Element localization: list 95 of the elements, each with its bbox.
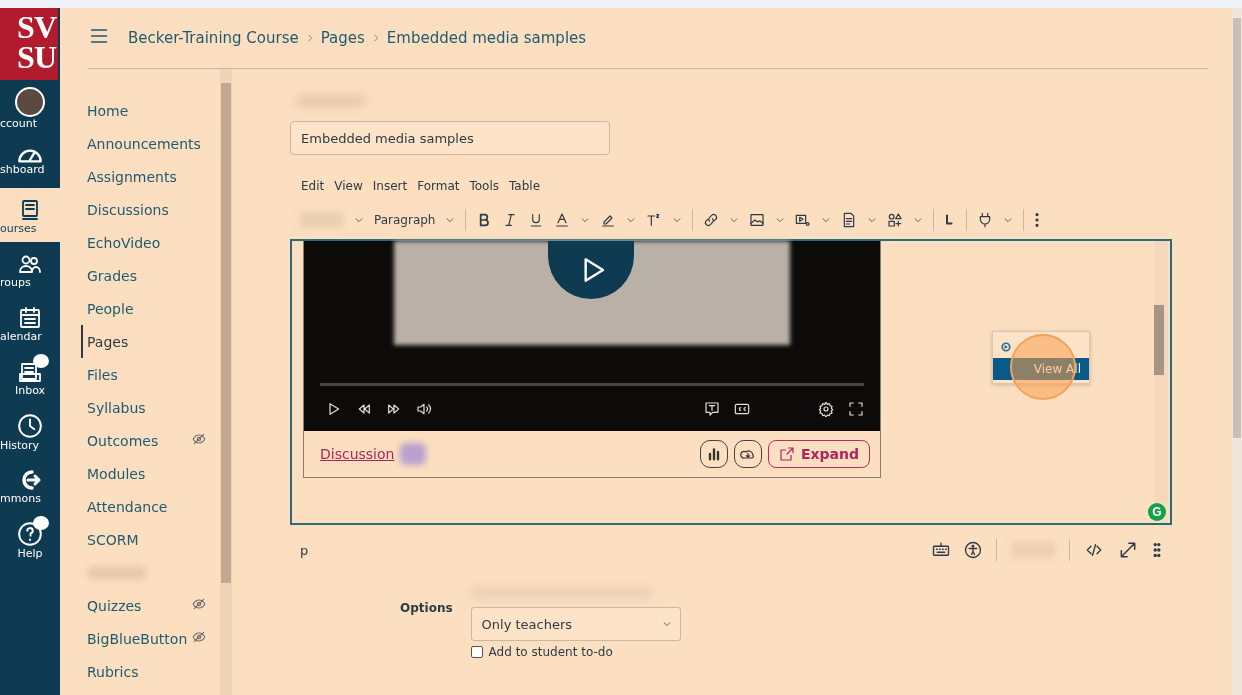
title-input-field[interactable]: Embedded media samples	[290, 121, 610, 155]
course-nav-link[interactable]: Modules	[81, 457, 220, 490]
editor-scrollbar[interactable]	[1154, 241, 1168, 503]
code-icon	[1084, 541, 1104, 559]
gauge-icon	[18, 148, 42, 163]
volume-icon	[416, 401, 432, 417]
course-nav-link[interactable]: BigBlueButton	[81, 622, 220, 655]
university-logo[interactable]: SV SU	[0, 8, 58, 80]
chevron-down-icon	[354, 215, 364, 225]
editor-menu-item[interactable]: Edit	[301, 179, 325, 193]
fast-forward-icon	[386, 401, 402, 417]
breadcrumb-link[interactable]: Embedded media samples	[386, 29, 587, 47]
chevron-down-icon	[661, 619, 672, 629]
hidden-eye-icon	[192, 597, 206, 611]
image-icon	[749, 212, 766, 228]
chevron-down-icon	[445, 215, 456, 225]
play-icon	[326, 401, 342, 417]
checkbox-label: Add to student to-do	[488, 645, 613, 659]
chevron-down-icon	[580, 215, 591, 225]
breadcrumb-link[interactable]: Pages	[320, 29, 365, 47]
global-nav-item[interactable]: roups	[0, 242, 60, 296]
accessibility-icon	[964, 541, 982, 559]
expand-button[interactable]: Expand	[767, 440, 870, 468]
editor-menu-item[interactable]: Table	[509, 179, 541, 193]
editor-menu-item[interactable]: View	[334, 179, 363, 193]
settings-icon	[818, 401, 834, 417]
keyboard-icon	[932, 541, 950, 559]
rewind-icon	[356, 401, 372, 417]
course-nav-link[interactable]: SCORM	[81, 523, 220, 556]
course-nav-link[interactable]: Attendance	[81, 490, 220, 523]
chevron-down-icon	[775, 215, 786, 225]
course-nav-link[interactable]: Discussions	[81, 193, 220, 226]
visibility-select[interactable]: Only teachers	[470, 607, 681, 641]
grammar-assistant-badge[interactable]: G	[1148, 503, 1166, 521]
drag-handle-icon	[1152, 541, 1162, 559]
clock-icon	[17, 412, 43, 439]
chevron-down-icon	[626, 215, 637, 225]
chevron-down-icon	[821, 215, 832, 225]
text-color-icon	[554, 212, 571, 228]
hidden-eye-icon	[192, 432, 206, 446]
scrollbar[interactable]	[220, 69, 232, 695]
course-nav-link[interactable]: Files	[81, 358, 220, 391]
global-nav-item[interactable]: mmons	[0, 458, 60, 512]
course-nav-link[interactable]: People	[81, 292, 220, 325]
notification-badge	[33, 354, 49, 368]
chevron-down-icon	[729, 215, 740, 225]
course-nav-link[interactable]: EchoVideo	[81, 226, 220, 259]
editor-menu-item[interactable]: Insert	[372, 179, 408, 193]
hidden-eye-icon	[192, 630, 206, 644]
fullscreen-icon	[848, 401, 864, 417]
global-nav-item[interactable]: ourses	[0, 188, 60, 242]
page-scrollbar[interactable]	[1232, 8, 1242, 695]
course-nav-link[interactable]: Quizzes	[81, 589, 220, 622]
blurred-badge	[400, 443, 427, 465]
global-nav-item[interactable]: shboard	[0, 134, 60, 188]
transcript-icon	[704, 401, 720, 417]
global-nav-item[interactable]: History	[0, 404, 60, 458]
calendar-icon	[18, 305, 42, 330]
chevron-down-icon	[867, 215, 878, 225]
discussion-link[interactable]: Discussion	[320, 446, 395, 462]
course-nav-link[interactable]: Assignments	[81, 160, 220, 193]
link-icon	[703, 212, 720, 228]
breadcrumb-link[interactable]: Becker-Training Course	[128, 29, 299, 47]
editor-menu-item[interactable]: Format	[417, 179, 460, 193]
download-button[interactable]	[733, 440, 762, 468]
notification-badge	[33, 516, 49, 530]
global-nav-item[interactable]: Help	[0, 512, 60, 566]
global-nav-item[interactable]: Inbox	[0, 350, 60, 404]
options-label: Options	[400, 600, 453, 617]
captions-icon	[734, 401, 750, 417]
more-options-icon	[1034, 212, 1041, 228]
media-icon	[795, 212, 812, 228]
course-nav-link[interactable]: Home	[81, 94, 220, 127]
global-nav-item[interactable]: ccount	[0, 80, 60, 134]
analytics-button[interactable]	[699, 440, 728, 468]
course-nav-link[interactable]: Announcements	[81, 127, 220, 160]
external-link-icon	[778, 446, 795, 462]
editor-menu-item[interactable]: Tools	[469, 179, 499, 193]
help-icon	[17, 520, 43, 547]
chevron-down-icon	[1003, 215, 1014, 225]
circle-play-icon	[1001, 342, 1011, 352]
video-player[interactable]	[304, 241, 880, 431]
global-nav-item[interactable]: alendar	[0, 296, 60, 350]
course-nav-link[interactable]: Outcomes	[81, 424, 220, 457]
avatar-circle	[15, 86, 45, 117]
course-nav-link[interactable]: Rubrics	[81, 655, 220, 688]
resize-arrow-icon	[1118, 540, 1138, 560]
course-nav-link[interactable]: Grades	[81, 259, 220, 292]
course-nav-link[interactable]: Syllabus	[81, 391, 220, 424]
element-path[interactable]: p	[300, 542, 309, 558]
checkbox[interactable]	[470, 646, 483, 658]
chevron-down-icon	[672, 215, 683, 225]
shapes-icon	[887, 212, 904, 228]
chevron-down-icon	[913, 215, 924, 225]
block-format-dropdown[interactable]: Paragraph	[374, 213, 436, 227]
